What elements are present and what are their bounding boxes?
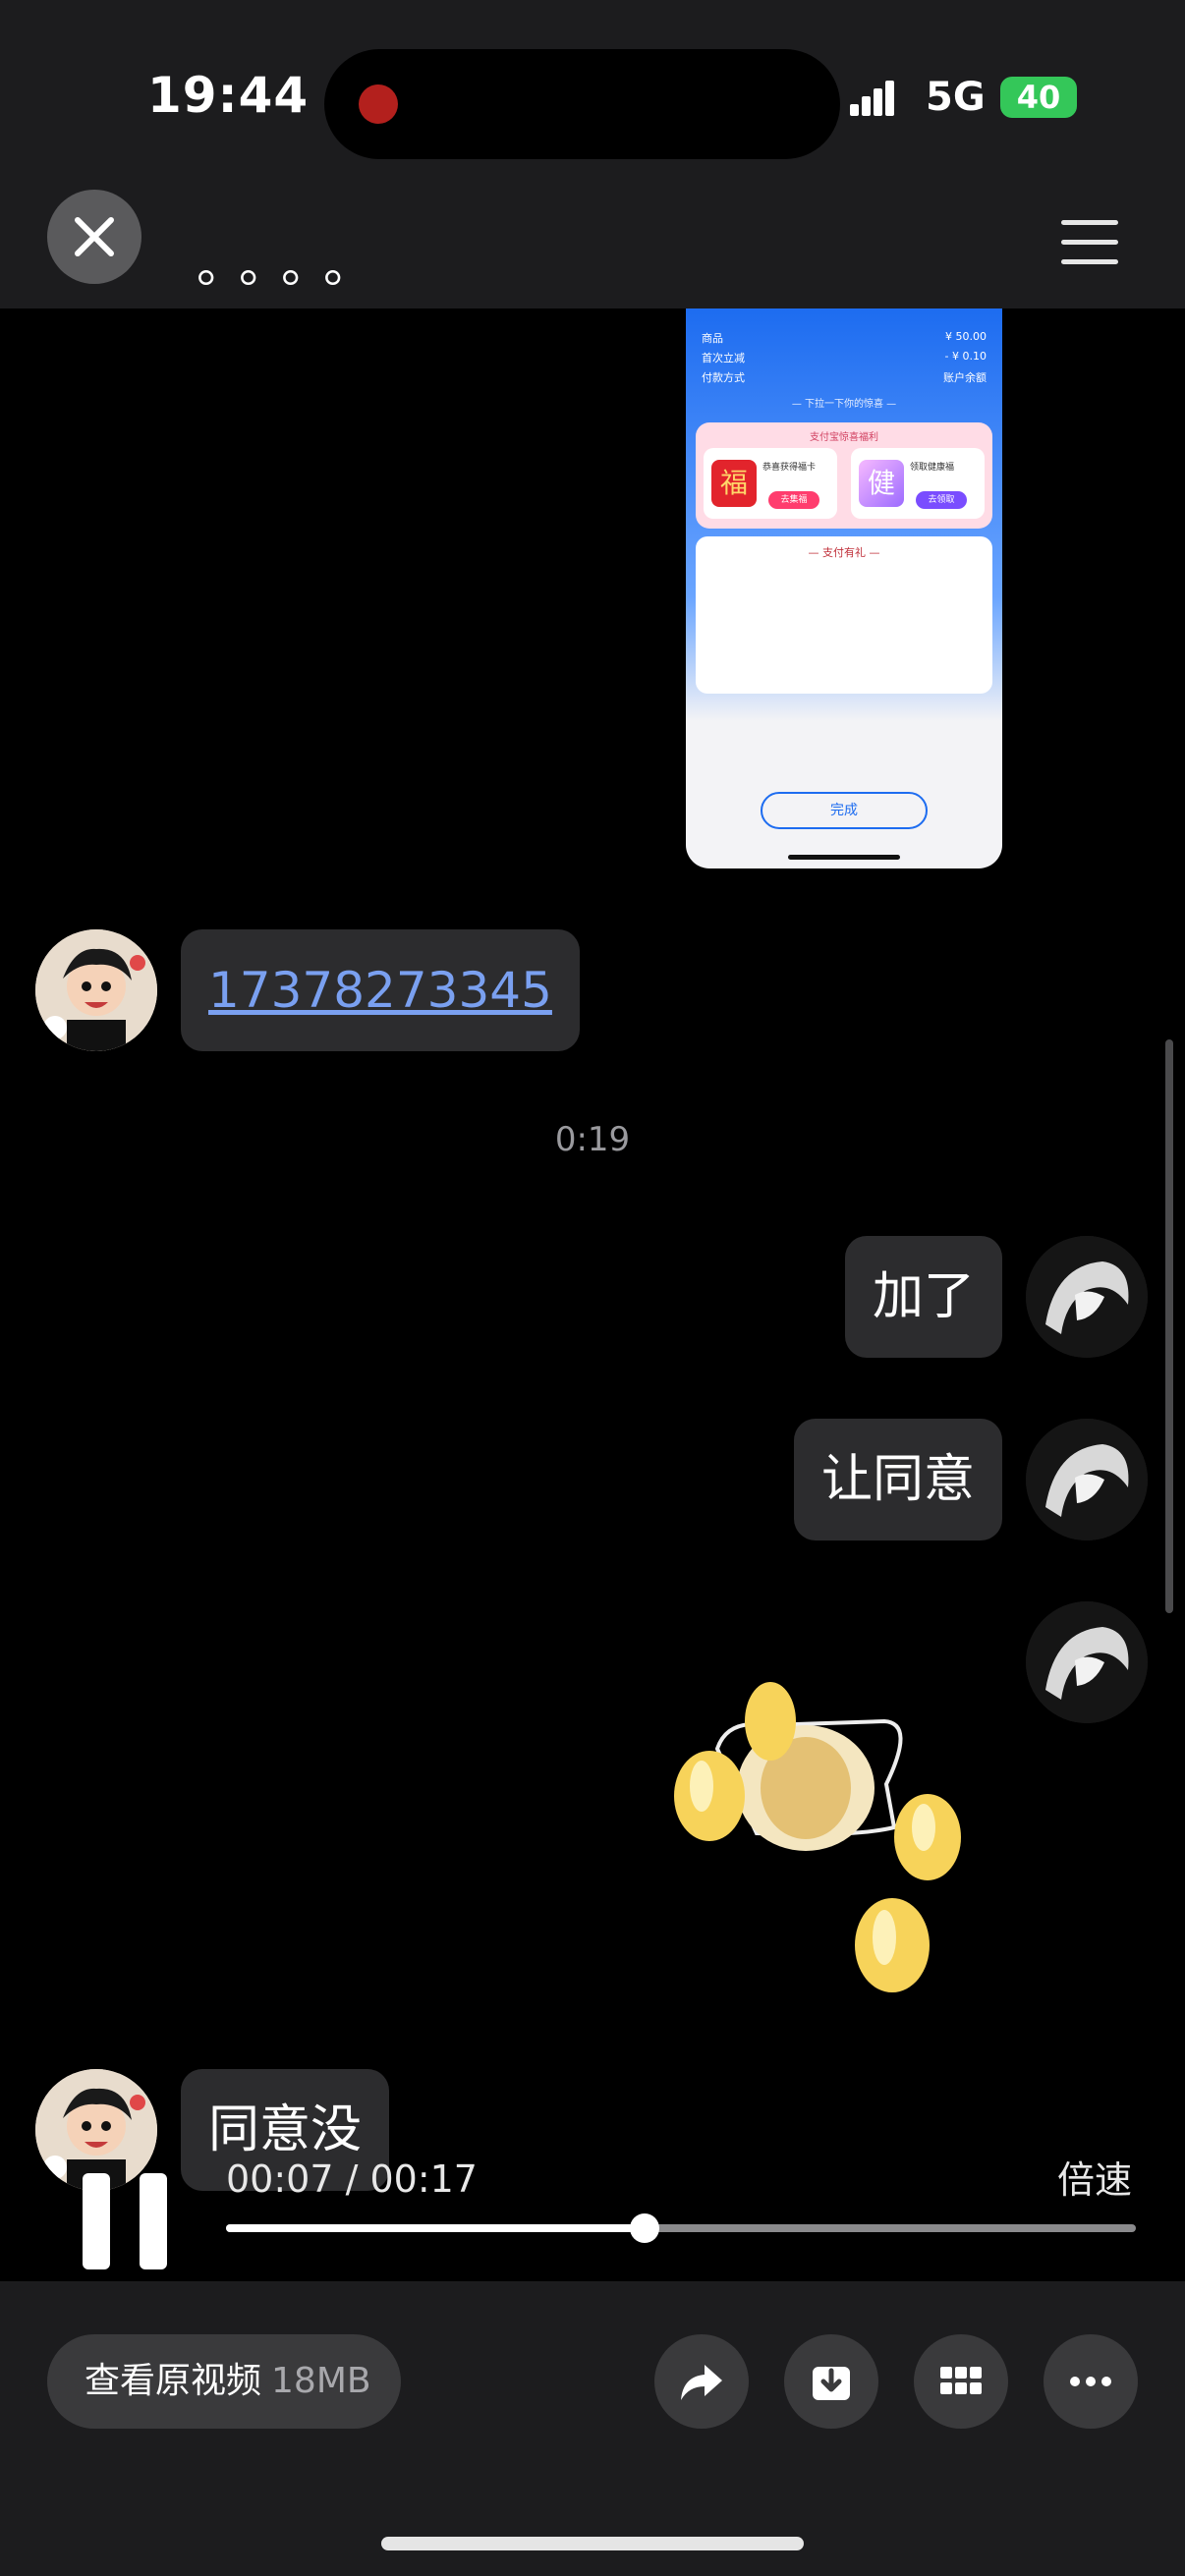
rewards-card: 支付宝惊喜福利 福 恭喜获得福卡 去集福 健 领取健康福 去领取 [696,422,992,529]
payment-rows: 商品 ¥ 50.00 首次立减 - ¥ 0.10 付款方式 账户余额 [702,330,987,384]
message-bubble-right[interactable]: 加了 [845,1236,1003,1358]
message-bubble-right[interactable]: 让同意 [794,1419,1003,1540]
more-icon [1070,2377,1111,2386]
avatar-self[interactable] [1026,1236,1148,1358]
share-button[interactable] [654,2334,749,2429]
download-button[interactable] [784,2334,878,2429]
status-bar: 19:44 5G 40 [0,0,1185,187]
pause-button[interactable] [83,2173,167,2269]
recording-indicator-icon [359,84,398,124]
panda-waving-hands-sticker[interactable] [639,1680,992,2014]
payment-screenshot-image[interactable]: 商品 ¥ 50.00 首次立减 - ¥ 0.10 付款方式 账户余额 — 下拉一下你的… [686,308,1002,868]
avatar-self[interactable] [1026,1419,1148,1540]
hamburger-menu-icon [1061,220,1118,225]
health-card-icon: 健 [859,460,904,507]
close-icon [75,217,114,256]
video-size: 18MB [271,2361,371,2401]
bottom-toolbar [0,2281,1185,2576]
message-timestamp: 0:19 [554,1120,631,1159]
grid-button[interactable] [914,2334,1008,2429]
chat-title: 。。。。 [197,237,390,294]
pause-icon [83,2173,110,2269]
download-icon [813,2367,850,2400]
chat-header [0,187,1185,308]
dynamic-island [324,49,840,159]
gift-panel: — 支付有礼 — [696,536,992,694]
avatar-contact[interactable] [35,929,157,1051]
more-button[interactable] [1044,2334,1138,2429]
grid-icon [940,2367,982,2394]
view-original-label: 查看原视频 [85,2361,262,2401]
close-button[interactable] [47,190,141,284]
battery-icon: 40 [1000,77,1077,118]
message-phone-link[interactable]: 17378273345 [181,929,580,1051]
cellular-signal-icon [850,81,895,116]
fu-card-icon: 福 [711,460,757,507]
menu-button[interactable] [1061,218,1118,267]
payment-subtitle: — 下拉一下你的惊喜 — [791,399,897,410]
status-time: 19:44 [147,67,310,124]
done-button: 完成 [761,792,928,829]
video-progress-knob[interactable] [629,2213,659,2243]
home-indicator[interactable] [381,2537,804,2550]
video-time: 00:07 / 00:17 [226,2157,478,2201]
video-progress-bar[interactable] [226,2213,1136,2243]
avatar-self[interactable] [1026,1601,1148,1723]
share-icon [681,2365,722,2400]
view-original-video-button[interactable]: 查看原视频 18MB [47,2334,401,2429]
scrollbar[interactable] [1165,1039,1173,1613]
network-type: 5G [926,75,986,120]
playback-speed-button[interactable]: 倍速 [1057,2150,1132,2204]
video-progress-fill [226,2224,645,2232]
